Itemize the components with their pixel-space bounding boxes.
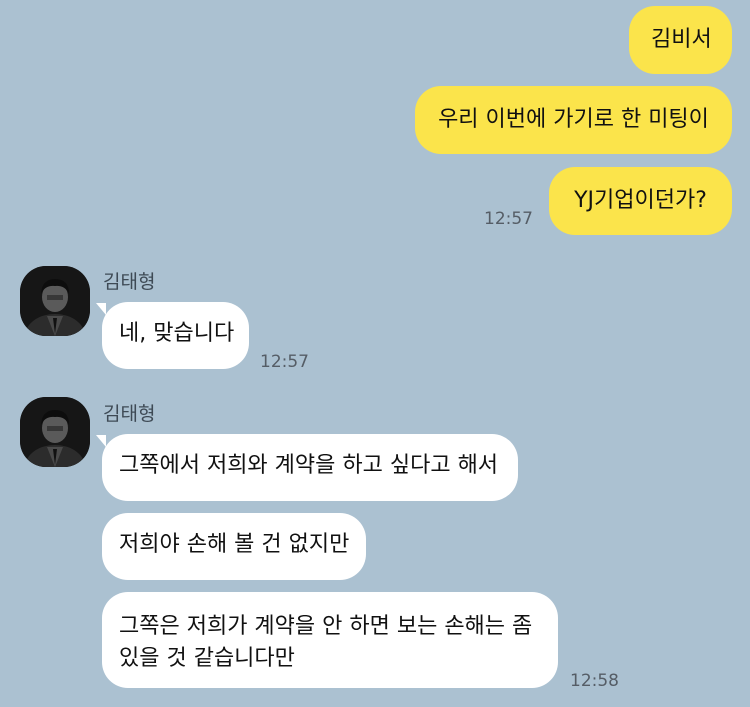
message-timestamp: 12:57	[484, 209, 533, 229]
outgoing-message[interactable]: YJ기업이던가?	[549, 167, 732, 235]
outgoing-message[interactable]: 우리 이번에 가기로 한 미팅이	[415, 86, 732, 154]
message-timestamp: 12:58	[570, 671, 619, 691]
profile-photo-avatar	[20, 397, 90, 467]
bubble-tail	[96, 303, 106, 315]
incoming-message[interactable]: 네, 맞습니다	[102, 302, 249, 369]
sender-avatar[interactable]	[20, 397, 90, 467]
incoming-message[interactable]: 그쪽은 저희가 계약을 안 하면 보는 손해는 좀 있을 것 같습니다만	[102, 592, 558, 688]
incoming-message[interactable]: 그쪽에서 저희와 계약을 하고 싶다고 해서	[102, 434, 518, 501]
bubble-tail	[96, 435, 106, 447]
sender-avatar[interactable]	[20, 266, 90, 336]
message-timestamp: 12:57	[260, 352, 309, 372]
profile-photo-avatar	[20, 266, 90, 336]
outgoing-message[interactable]: 김비서	[629, 6, 732, 74]
sender-name: 김태형	[103, 403, 156, 425]
sender-name: 김태형	[103, 271, 156, 293]
incoming-message[interactable]: 저희야 손해 볼 건 없지만	[102, 513, 366, 580]
